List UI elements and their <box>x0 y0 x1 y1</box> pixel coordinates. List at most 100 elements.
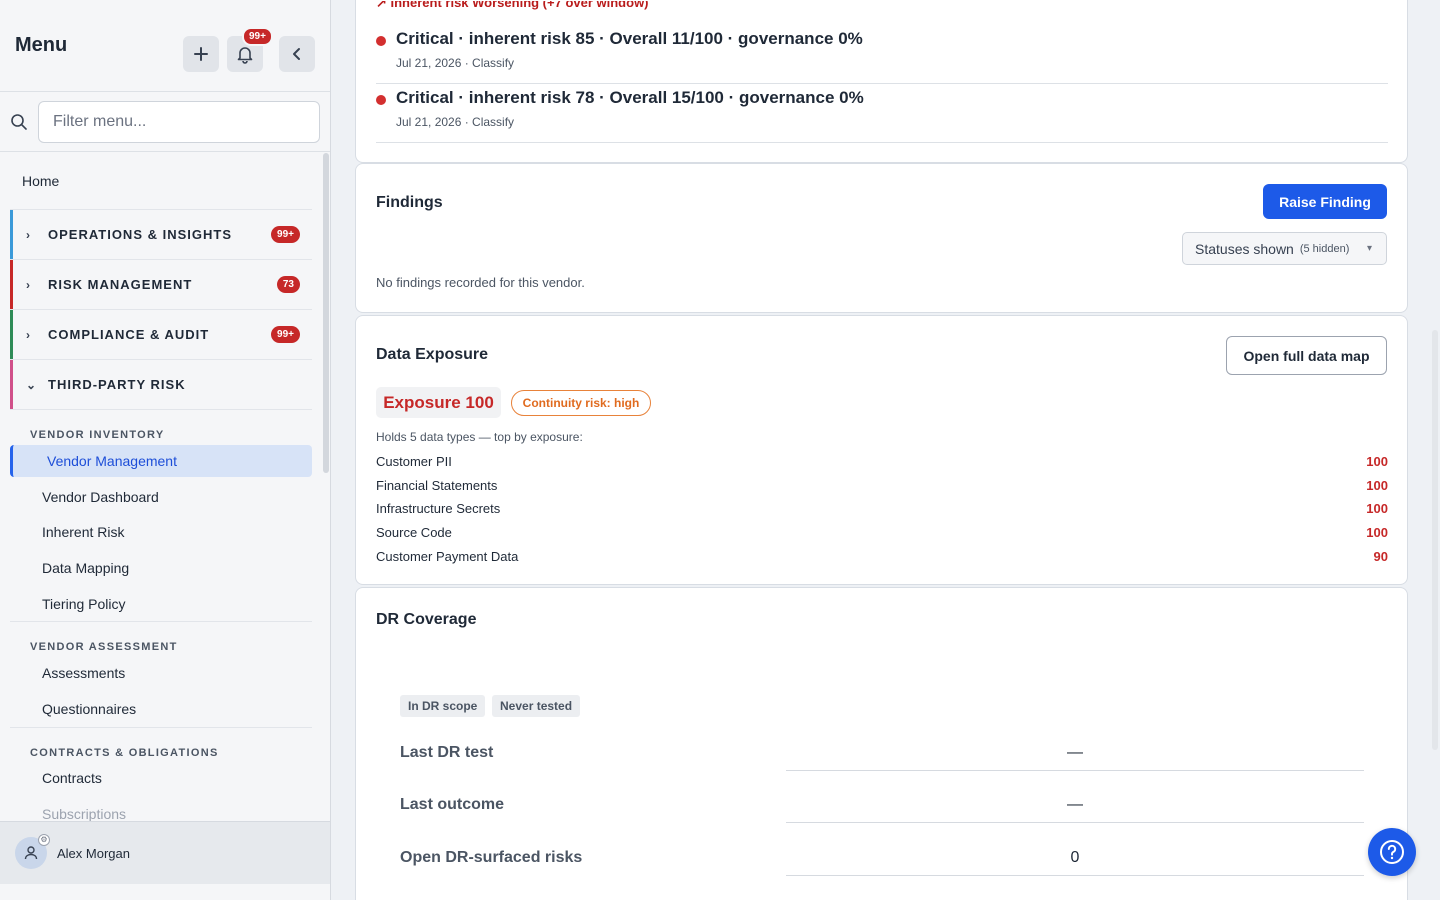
risk-history-row[interactable]: Critical · inherent risk 85 · Overall 11… <box>376 25 1388 84</box>
section-vendor-assessment: VENDOR ASSESSMENT <box>10 621 312 655</box>
sidebar-item-tiering-policy[interactable]: Tiering Policy <box>0 586 322 622</box>
data-type-score: 90 <box>1373 548 1388 564</box>
data-type-row: Financial Statements 100 <box>376 474 1388 498</box>
group-color-bar <box>10 210 13 259</box>
sidebar-item-questionnaires[interactable]: Questionnaires <box>0 691 322 727</box>
avatar[interactable]: ⚙ <box>15 834 50 869</box>
group-count-badge: 73 <box>276 276 300 293</box>
sidebar-item-vendor-dashboard[interactable]: Vendor Dashboard <box>0 479 322 515</box>
section-vendor-inventory: VENDOR INVENTORY <box>10 409 312 443</box>
dr-coverage-title: DR Coverage <box>376 611 477 628</box>
data-type-score: 100 <box>1366 477 1388 493</box>
filter-menu-input[interactable] <box>38 100 320 143</box>
risk-meta: Jul 21, 2026 · Classify <box>396 115 515 129</box>
findings-card: Findings Raise Finding Statuses shown (5… <box>355 163 1408 313</box>
sidebar-nav: Home › OPERATIONS & INSIGHTS 99+ › RISK … <box>0 153 322 821</box>
sidebar-group-third-party-risk[interactable]: ⌄ THIRD-PARTY RISK <box>10 359 312 409</box>
sidebar-item-contracts[interactable]: Contracts <box>0 761 322 797</box>
data-type-row: Source Code 100 <box>376 521 1388 545</box>
sidebar-group-risk-management[interactable]: › RISK MANAGEMENT 73 <box>10 259 312 309</box>
group-label: COMPLIANCE & AUDIT <box>48 327 210 342</box>
data-type-name: Customer PII <box>376 454 452 470</box>
risk-history-row[interactable]: Critical · inherent risk 78 · Overall 15… <box>376 84 1388 143</box>
sidebar-item-data-mapping[interactable]: Data Mapping <box>0 550 322 586</box>
status-filter-label: Statuses shown <box>1195 240 1294 257</box>
divider <box>786 822 1364 823</box>
dr-field-label: Last outcome <box>400 796 505 813</box>
sidebar-group-operations[interactable]: › OPERATIONS & INSIGHTS 99+ <box>10 209 312 259</box>
dr-last-test-row: Last DR test — <box>400 744 1364 796</box>
data-type-score: 100 <box>1366 501 1388 517</box>
dr-field-label: Open DR-surfaced risks <box>400 849 583 866</box>
user-name: Alex Morgan <box>57 845 130 861</box>
chevron-right-icon: › <box>26 327 31 342</box>
dr-scope-tag: In DR scope <box>400 695 486 717</box>
group-color-bar <box>10 310 13 359</box>
collapse-sidebar-button[interactable] <box>279 36 315 72</box>
page-scrollbar[interactable] <box>1432 330 1438 750</box>
risk-trend-text: ↗ Inherent risk Worsening (+7 over windo… <box>376 1 649 10</box>
open-data-map-button[interactable]: Open full data map <box>1226 336 1387 375</box>
risk-headline: Critical · inherent risk 85 · Overall 11… <box>396 29 863 48</box>
findings-title: Findings <box>376 194 443 211</box>
sidebar-scrollbar[interactable] <box>323 153 329 473</box>
sidebar-item-subscriptions[interactable]: Subscriptions <box>0 796 322 821</box>
critical-dot-icon <box>376 95 386 105</box>
data-type-row: Infrastructure Secrets 100 <box>376 497 1388 521</box>
bell-icon <box>237 47 253 64</box>
findings-empty-text: No findings recorded for this vendor. <box>376 275 585 290</box>
raise-finding-button[interactable]: Raise Finding <box>1263 184 1387 219</box>
chevron-left-icon <box>293 48 300 60</box>
data-type-name: Financial Statements <box>376 477 498 493</box>
divider <box>786 770 1364 771</box>
dr-last-outcome-row: Last outcome — <box>400 796 1364 848</box>
question-mark-icon <box>1380 840 1404 864</box>
data-type-name: Customer Payment Data <box>376 548 519 564</box>
dr-tested-tag: Never tested <box>492 695 581 717</box>
continuity-risk-badge: Continuity risk: high <box>511 390 651 416</box>
sidebar-item-inherent-risk[interactable]: Inherent Risk <box>0 515 322 551</box>
data-type-row: Customer Payment Data 90 <box>376 544 1388 568</box>
data-type-name: Source Code <box>376 525 452 541</box>
plus-icon <box>194 47 208 61</box>
sidebar-item-vendor-management[interactable]: Vendor Management <box>10 445 312 477</box>
dr-open-risks-row: Open DR-surfaced risks 0 <box>400 849 1364 900</box>
chevron-down-icon: ⌄ <box>26 377 38 392</box>
sidebar-group-compliance[interactable]: › COMPLIANCE & AUDIT 99+ <box>10 309 312 359</box>
group-label: THIRD-PARTY RISK <box>48 377 186 392</box>
caret-down-icon: ▾ <box>1366 243 1372 254</box>
status-filter-dropdown[interactable]: Statuses shown (5 hidden) ▾ <box>1182 232 1387 265</box>
exposure-score-badge: Exposure 100 <box>376 387 501 418</box>
data-type-name: Infrastructure Secrets <box>376 501 501 517</box>
data-types-summary: Holds 5 data types — top by exposure: <box>376 430 583 444</box>
dr-field-label: Last DR test <box>400 744 494 761</box>
notifications-badge: 99+ <box>242 27 273 46</box>
user-icon <box>24 846 38 860</box>
risk-meta: Jul 21, 2026 · Classify <box>396 56 515 70</box>
risk-headline: Critical · inherent risk 78 · Overall 15… <box>396 88 864 107</box>
group-color-bar <box>10 260 13 309</box>
divider <box>786 875 1364 876</box>
group-count-badge: 99+ <box>271 226 300 243</box>
sidebar-item-assessments[interactable]: Assessments <box>0 655 322 691</box>
search-icon <box>11 113 27 130</box>
chevron-right-icon: › <box>26 227 31 242</box>
risk-trend-indicator: ↗ Inherent risk Worsening (+7 over windo… <box>376 1 649 15</box>
sidebar-header: Menu 99+ <box>0 0 330 92</box>
add-button[interactable] <box>183 36 219 72</box>
status-hidden-count: (5 hidden) <box>1299 242 1350 255</box>
help-button[interactable] <box>1368 828 1416 876</box>
data-exposure-title: Data Exposure <box>376 346 489 363</box>
settings-gear-icon: ⚙ <box>38 834 50 846</box>
data-type-score: 100 <box>1366 525 1388 541</box>
group-count-badge: 99+ <box>271 326 300 343</box>
data-types-list: Customer PII 100 Financial Statements 100 … <box>376 450 1388 568</box>
chevron-right-icon: › <box>26 277 31 292</box>
sidebar-item-home[interactable]: Home <box>0 153 322 209</box>
dr-coverage-card: DR Coverage In DR scope Never tested Las… <box>355 587 1408 900</box>
user-profile[interactable]: ⚙ Alex Morgan <box>0 821 330 884</box>
group-label: RISK MANAGEMENT <box>48 277 193 292</box>
risk-trend-card: ↗ Inherent risk Worsening (+7 over windo… <box>355 0 1408 163</box>
group-label: OPERATIONS & INSIGHTS <box>48 227 232 242</box>
notifications-button[interactable]: 99+ <box>227 27 273 72</box>
